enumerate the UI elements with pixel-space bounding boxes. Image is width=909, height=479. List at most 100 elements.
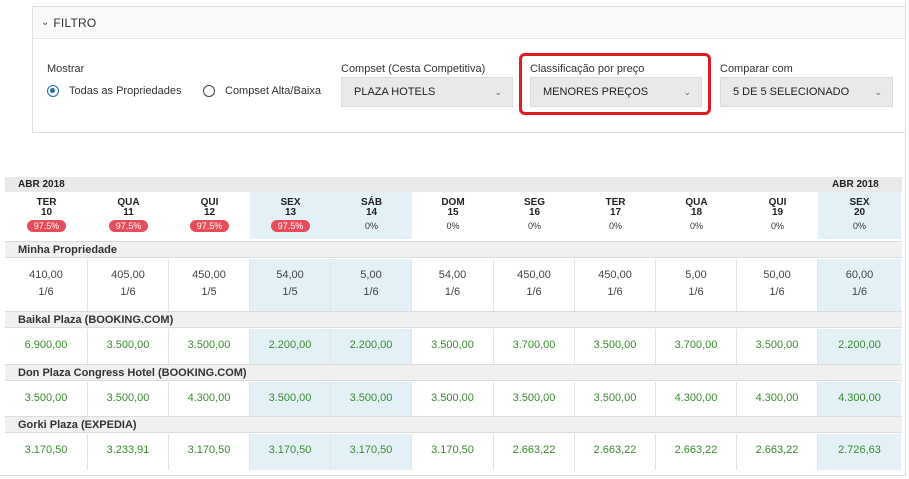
rate-cell[interactable]: 3.500,00	[88, 329, 169, 364]
radio-compset[interactable]: Compset Alta/Baixa	[203, 85, 321, 97]
day-number: 17	[609, 207, 622, 218]
rate-cell[interactable]: 2.726,63	[818, 434, 901, 470]
rate-cell[interactable]: 2.200,00	[818, 329, 901, 364]
rate-value: 3.700,00	[512, 339, 556, 351]
rank-value: 1/6	[607, 286, 623, 298]
rate-value: 4.300,00	[187, 392, 231, 404]
rate-value: 3.500,00	[106, 392, 150, 404]
rate-value: 4.300,00	[674, 392, 718, 404]
rate-value: 3.170,50	[268, 444, 312, 456]
rate-cell[interactable]: 4.300,00	[737, 382, 818, 416]
compare-select[interactable]: 5 DE 5 SELECIONADO ⌄	[720, 77, 893, 107]
rate-cell[interactable]: 410,00 1/6	[5, 259, 88, 311]
chevron-down-icon: ⌄	[874, 87, 882, 97]
rate-cell[interactable]: 5,00 1/6	[656, 259, 737, 311]
rate-value: 6.900,00	[24, 339, 68, 351]
occupancy-badge: 0%	[446, 221, 460, 231]
chevron-down-icon: ⌄	[494, 87, 502, 97]
rate-cell[interactable]: 2.663,22	[575, 434, 656, 470]
rate-cell[interactable]: 4.300,00	[656, 382, 737, 416]
rate-cell[interactable]: 450,00 1/6	[494, 259, 575, 311]
rate-cell[interactable]: 54,00 1/6	[412, 259, 494, 311]
rate-cell[interactable]: 450,00 1/6	[575, 259, 656, 311]
rate-cell[interactable]: 3.170,50	[169, 434, 250, 470]
day-number: 11	[123, 207, 134, 218]
rate-cell[interactable]: 3.500,00	[412, 382, 494, 416]
radio-compset-label: Compset Alta/Baixa	[225, 85, 321, 97]
rate-cell[interactable]: 3.233,91	[88, 434, 169, 470]
rate-cell[interactable]: 3.500,00	[88, 382, 169, 416]
day-number: 14	[365, 207, 378, 218]
rank-value: 1/6	[688, 286, 704, 298]
rate-cell[interactable]: 3.500,00	[5, 382, 88, 416]
radio-all-label: Todas as Propriedades	[69, 85, 182, 97]
rate-cell[interactable]: 2.663,22	[494, 434, 575, 470]
rate-cell[interactable]: 3.500,00	[412, 329, 494, 364]
rate-cell[interactable]: 54,00 1/5	[250, 259, 331, 311]
rate-value: 54,00	[438, 269, 467, 281]
rate-cell[interactable]: 3.700,00	[494, 329, 575, 364]
rate-cell[interactable]: 5,00 1/6	[331, 259, 412, 311]
rate-cell[interactable]: 60,00 1/6	[818, 259, 901, 311]
chevron-down-icon[interactable]: ⌄	[41, 17, 49, 28]
property-name: Minha Propriedade	[18, 244, 118, 256]
rate-value: 2.663,22	[593, 444, 637, 456]
month-row: ABR 2018 ABR 2018	[5, 177, 902, 192]
compare-value: 5 DE 5 SELECIONADO	[733, 86, 850, 98]
rate-cell[interactable]: 2.200,00	[250, 329, 331, 364]
day-number: 12	[203, 207, 216, 218]
rate-cell[interactable]: 3.500,00	[737, 329, 818, 364]
day-header: QUI 12 97.5%	[169, 192, 250, 239]
rank-value: 1/6	[38, 286, 54, 298]
occupancy-badge: 97.5%	[26, 220, 67, 232]
day-number: 20	[853, 207, 866, 218]
rank-value: 1/6	[444, 286, 461, 298]
rate-cell[interactable]: 2.200,00	[331, 329, 412, 364]
rate-cell[interactable]: 3.500,00	[575, 329, 656, 364]
rate-cell[interactable]: 3.500,00	[331, 382, 412, 416]
rate-value: 2.200,00	[268, 339, 312, 351]
rate-cell[interactable]: 3.500,00	[250, 382, 331, 416]
rate-cell[interactable]: 3.500,00	[494, 382, 575, 416]
property-section-header: Don Plaza Congress Hotel (BOOKING.COM)	[5, 364, 902, 381]
occupancy-badge: 97.5%	[270, 220, 311, 232]
compset-label: Compset (Cesta Competitiva)	[341, 63, 486, 75]
radio-unselected-icon[interactable]	[203, 85, 215, 97]
radio-selected-icon[interactable]	[47, 85, 59, 97]
rate-cell[interactable]: 3.700,00	[656, 329, 737, 364]
rate-cell[interactable]: 50,00 1/6	[737, 259, 818, 311]
rate-value: 3.500,00	[593, 339, 637, 351]
rate-cell[interactable]: 405,00 1/6	[88, 259, 169, 311]
filter-header[interactable]: ⌄ FILTRO	[33, 7, 905, 39]
rate-cell[interactable]: 3.500,00	[169, 329, 250, 364]
rate-value: 2.726,63	[838, 444, 881, 456]
property-section-header: Baikal Plaza (BOOKING.COM)	[5, 311, 902, 328]
compset-select[interactable]: PLAZA HOTELS ⌄	[341, 77, 513, 107]
rate-value: 3.700,00	[674, 339, 718, 351]
rate-value: 3.170,50	[349, 444, 393, 456]
rank-value: 1/6	[769, 286, 785, 298]
rate-cell[interactable]: 4.300,00	[169, 382, 250, 416]
rate-cell[interactable]: 3.170,50	[5, 434, 88, 470]
rate-value: 450,00	[517, 269, 551, 281]
rank-value: 1/6	[851, 286, 868, 298]
rate-cell[interactable]: 4.300,00	[818, 382, 901, 416]
day-number: 18	[690, 207, 703, 218]
rate-cell[interactable]: 450,00 1/5	[169, 259, 250, 311]
rate-cell[interactable]: 3.170,50	[250, 434, 331, 470]
rate-cell[interactable]: 6.900,00	[5, 329, 88, 364]
rate-cell[interactable]: 3.170,50	[331, 434, 412, 470]
occupancy-badge: 0%	[852, 221, 866, 231]
compare-label: Comparar com	[720, 63, 793, 75]
rate-value: 50,00	[763, 269, 791, 281]
rate-value: 2.663,22	[755, 444, 799, 456]
rate-cell[interactable]: 2.663,22	[656, 434, 737, 470]
property-name: Don Plaza Congress Hotel (BOOKING.COM)	[18, 367, 247, 379]
rate-cell[interactable]: 3.500,00	[575, 382, 656, 416]
day-number: 15	[447, 207, 459, 218]
radio-all-properties[interactable]: Todas as Propriedades	[47, 85, 182, 97]
rate-cell[interactable]: 3.170,50	[412, 434, 494, 470]
rate-cell[interactable]: 2.663,22	[737, 434, 818, 470]
rate-value: 2.663,22	[674, 444, 718, 456]
rank-value: 1/6	[526, 286, 542, 298]
